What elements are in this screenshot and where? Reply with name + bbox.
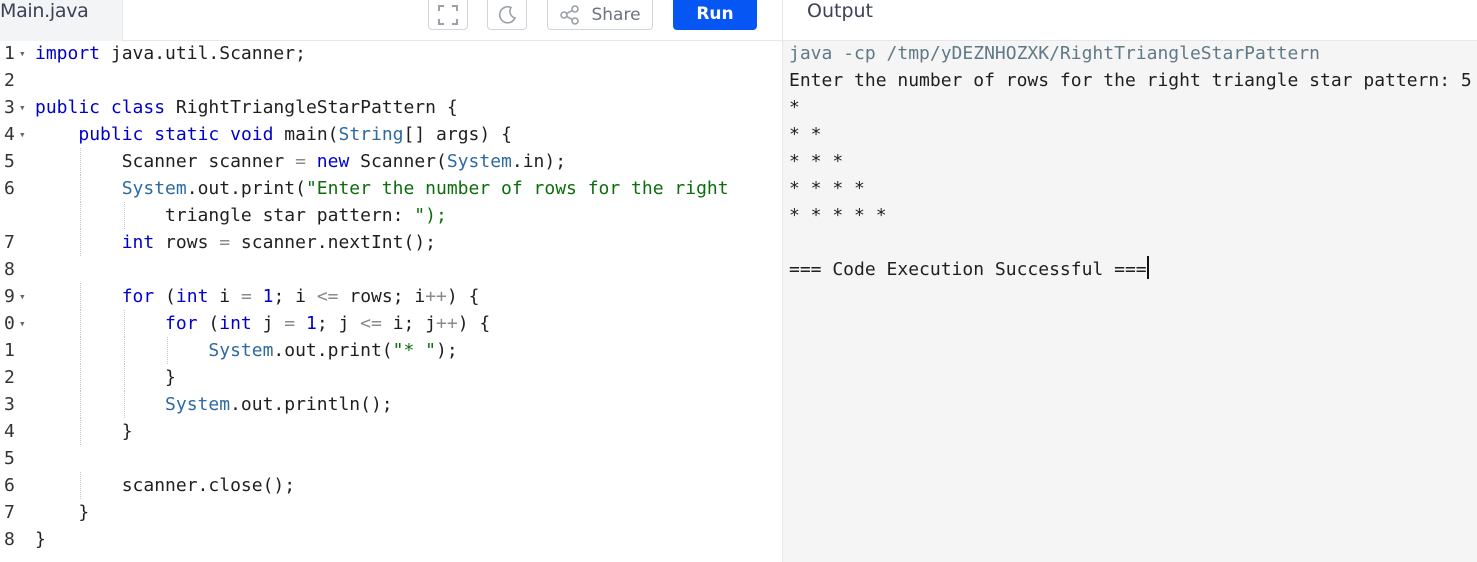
output-line: * * [789, 124, 822, 145]
text-cursor [1146, 256, 1149, 279]
share-button[interactable]: Share [547, 0, 653, 30]
line-number: 7 [4, 502, 15, 523]
code-text: int rows = scanner.nextInt(); [121, 232, 436, 253]
fold-toggle-icon[interactable]: ▾ [19, 121, 26, 148]
code-text: } [35, 529, 46, 550]
code-line[interactable]: 6 System.out.print("Enter the number of … [0, 175, 782, 202]
fold-toggle-icon[interactable]: ▾ [19, 94, 26, 121]
line-number: 4 [4, 124, 15, 145]
code-line[interactable]: 4 } [0, 418, 782, 445]
code-line[interactable]: 9 ▾ for (int i = 1; i <= rows; i++) { [0, 283, 782, 310]
fullscreen-button[interactable] [428, 0, 468, 30]
file-tab-label: Main.java [0, 0, 89, 22]
code-line[interactable]: 0 ▾ for (int j = 1; j <= i; j++) { [0, 310, 782, 337]
fullscreen-icon [438, 4, 458, 25]
code-text: for (int j = 1; j <= i; j++) { [165, 313, 491, 334]
code-text: System.out.print("* "); [208, 340, 458, 361]
line-number: 8 [4, 259, 15, 280]
line-number: 2 [4, 70, 15, 91]
code-line[interactable]: 8} [0, 526, 782, 553]
code-line[interactable]: 1 ▾ import java.util.Scanner; [0, 41, 782, 67]
line-number: 7 [4, 232, 15, 253]
code-line[interactable]: 6 scanner.close(); [0, 472, 782, 499]
run-label: Run [696, 4, 734, 24]
code-text: Scanner scanner = new Scanner(System.in)… [35, 151, 567, 172]
code-line[interactable]: 5 Scanner scanner = new Scanner(System.i… [0, 148, 782, 175]
output-line: Enter the number of rows for the right t… [789, 70, 1472, 91]
output-line: * * * * * [789, 205, 887, 226]
line-number: 8 [4, 529, 15, 550]
code-line[interactable]: 8 [0, 256, 782, 283]
code-text: public class RightTriangleStarPattern { [35, 97, 458, 118]
code-line[interactable]: triangle star pattern: "); [0, 202, 782, 229]
output-line: * * * * [789, 178, 865, 199]
line-number: 1 [4, 340, 15, 361]
code-line[interactable]: 5 [0, 445, 782, 472]
fold-toggle-icon[interactable]: ▾ [19, 310, 26, 337]
line-number: 9 [4, 286, 15, 307]
line-number: 3 [4, 97, 15, 118]
code-text: System.out.print("Enter the number of ro… [121, 178, 729, 199]
code-text: import java.util.Scanner; [35, 43, 306, 64]
code-line[interactable]: 3 ▾ public class RightTriangleStarPattern … [0, 94, 782, 121]
output-line: * * * [789, 151, 844, 172]
code-text: System.out.println(); [165, 394, 393, 415]
code-line[interactable]: 7 int rows = scanner.nextInt(); [0, 229, 782, 256]
dark-mode-icon [498, 5, 517, 24]
code-text: scanner.close(); [35, 475, 296, 496]
line-number: 2 [4, 367, 15, 388]
code-text: for (int i = 1; i <= rows; i++) { [121, 286, 480, 307]
line-number: 4 [4, 421, 15, 442]
run-button[interactable]: Run [673, 0, 757, 30]
code-line[interactable]: 1 System.out.print("* "); [0, 337, 782, 364]
line-number: 6 [4, 475, 15, 496]
top-bar: Main.java Share Run Output [0, 0, 1477, 41]
line-number: 3 [4, 394, 15, 415]
code-text: } [35, 421, 133, 442]
code-text: public static void main(String[] args) { [78, 124, 512, 145]
code-editor[interactable]: 1 ▾ import java.util.Scanner; 2 3 ▾ public cla… [0, 41, 782, 562]
code-line[interactable]: 2 [0, 67, 782, 94]
share-icon [560, 4, 580, 25]
file-tab-main-java[interactable]: Main.java [0, 0, 123, 41]
code-line[interactable]: 2 } [0, 364, 782, 391]
code-line[interactable]: 3 System.out.println(); [0, 391, 782, 418]
output-header: Output [782, 0, 1477, 41]
code-line[interactable]: 4 ▾ public static void main(String[] args… [0, 121, 782, 148]
output-panel: java -cp /tmp/yDEZNHOZXK/RightTriangleSt… [782, 41, 1477, 562]
output-line: * [789, 97, 800, 118]
fold-toggle-icon[interactable]: ▾ [19, 283, 26, 310]
output-command: java -cp /tmp/yDEZNHOZXK/RightTriangleSt… [789, 43, 1321, 64]
code-text: } [35, 502, 90, 523]
code-line[interactable]: 7 } [0, 499, 782, 526]
line-number: 0 [4, 313, 15, 334]
fold-toggle-icon[interactable]: ▾ [19, 41, 26, 67]
output-title: Output [807, 0, 873, 22]
output-line: === Code Execution Successful === [789, 256, 1149, 283]
line-number: 5 [4, 448, 15, 469]
line-number: 5 [4, 151, 15, 172]
share-label: Share [591, 4, 641, 25]
line-number: 6 [4, 178, 15, 199]
code-text: triangle star pattern: "); [35, 205, 447, 226]
dark-mode-button[interactable] [487, 0, 527, 30]
code-text: } [35, 367, 176, 388]
line-number: 1 [4, 43, 15, 64]
editor-toolbar: Share Run [123, 0, 782, 41]
